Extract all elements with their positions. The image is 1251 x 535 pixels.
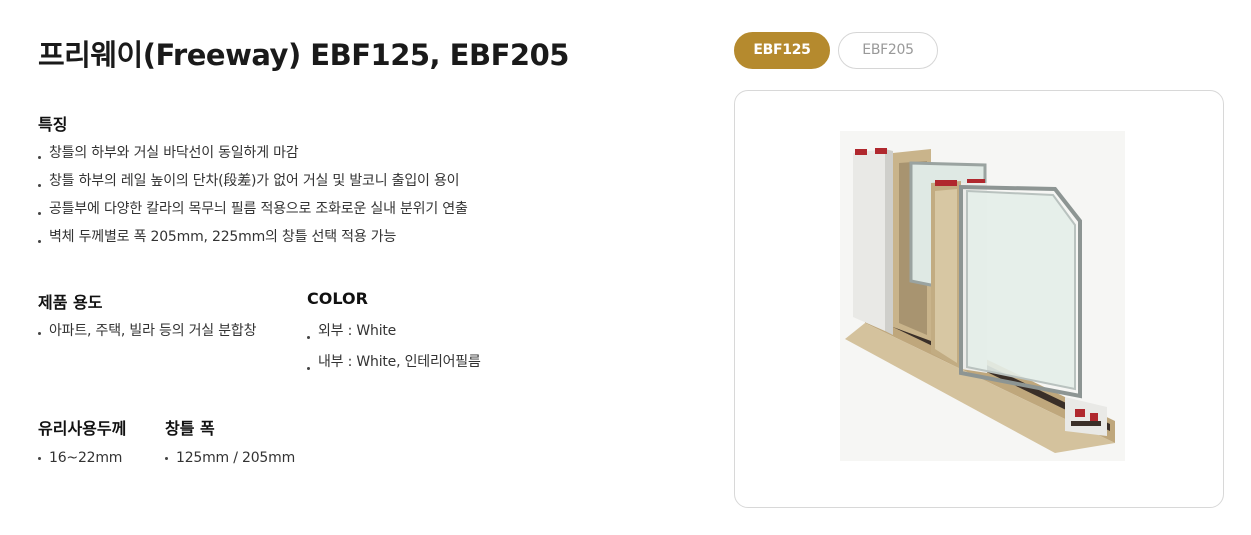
list-item: 아파트, 주택, 빌라 등의 거실 분합창 <box>38 321 256 345</box>
features-heading: 특징 <box>38 115 68 134</box>
tab-ebf125[interactable]: EBF125 <box>734 32 830 69</box>
tab-ebf205[interactable]: EBF205 <box>838 32 938 69</box>
list-item: 창틀 하부의 레일 높이의 단차(段差)가 없어 거실 및 발코니 출입이 용이 <box>38 171 468 199</box>
sliding-window-frame-image <box>840 131 1125 461</box>
usage-heading: 제품 용도 <box>38 293 103 312</box>
glass-thickness-heading: 유리사용두께 <box>38 419 127 438</box>
list-item: 125mm / 205mm <box>165 448 295 468</box>
glass-thickness-list: 16~22mm <box>38 448 122 468</box>
features-list: 창틀의 하부와 거실 바닥선이 동일하게 마감 창틀 하부의 레일 높이의 단차… <box>38 143 468 255</box>
page-title: 프리웨이(Freeway) EBF125, EBF205 <box>38 38 569 72</box>
list-item: 공틀부에 다양한 칼라의 목무늬 필름 적용으로 조화로운 실내 분위기 연출 <box>38 199 468 227</box>
usage-list: 아파트, 주택, 빌라 등의 거실 분합창 <box>38 321 256 345</box>
color-heading: COLOR <box>307 289 368 308</box>
list-item: 벽체 두께별로 폭 205mm, 225mm의 창틀 선택 적용 가능 <box>38 227 468 255</box>
list-item: 창틀의 하부와 거실 바닥선이 동일하게 마감 <box>38 143 468 171</box>
frame-width-heading: 창틀 폭 <box>165 419 215 438</box>
list-item: 내부 : White, 인테리어필름 <box>307 352 481 383</box>
product-image-card <box>734 90 1224 508</box>
list-item: 16~22mm <box>38 448 122 468</box>
list-item: 외부 : White <box>307 321 481 352</box>
color-list: 외부 : White 내부 : White, 인테리어필름 <box>307 321 481 383</box>
frame-width-list: 125mm / 205mm <box>165 448 295 468</box>
